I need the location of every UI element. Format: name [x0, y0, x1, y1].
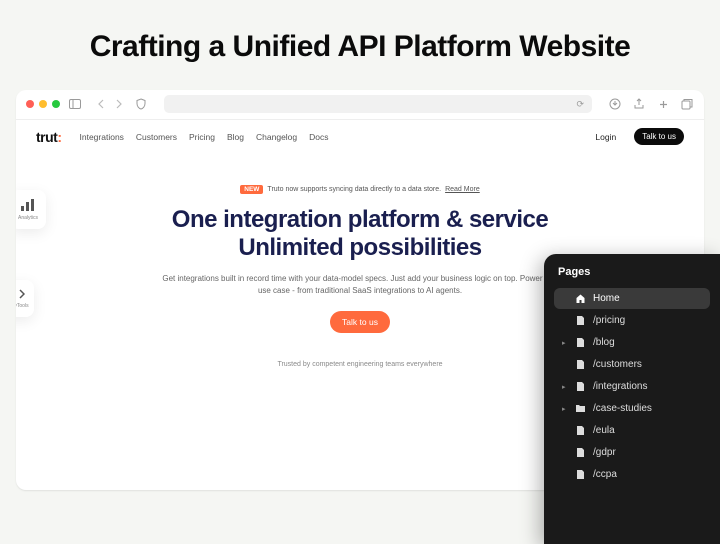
page-item-eula[interactable]: /eula	[554, 420, 710, 441]
hero-headline-line1: One integration platform & service	[172, 206, 548, 233]
browser-chrome: ⟳	[16, 90, 704, 120]
expand-chevron-icon[interactable]: ▸	[562, 405, 568, 413]
announcement-text: Truto now supports syncing data directly…	[267, 186, 441, 193]
share-icon[interactable]	[632, 97, 646, 111]
new-tab-icon[interactable]	[656, 97, 670, 111]
page-item-label: /integrations	[593, 381, 647, 392]
close-window-icon[interactable]	[26, 100, 34, 108]
file-icon	[575, 469, 586, 480]
page-item-label: /ccpa	[593, 469, 617, 480]
page-item-label: /case-studies	[593, 403, 652, 414]
shield-icon[interactable]	[134, 97, 148, 111]
nav-links: Integrations Customers Pricing Blog Chan…	[80, 132, 329, 142]
url-bar[interactable]: ⟳	[164, 95, 592, 113]
pages-panel-title: Pages	[554, 266, 710, 278]
pages-panel: Pages Home/pricing ▸ /blog/customers ▸ /inte…	[544, 254, 720, 544]
page-item-label: /pricing	[593, 315, 625, 326]
cta-talk-to-us-button[interactable]: Talk to us	[330, 311, 390, 333]
file-icon	[575, 359, 586, 370]
file-icon	[575, 337, 586, 348]
download-icon[interactable]	[608, 97, 622, 111]
login-link[interactable]: Login	[595, 132, 616, 142]
page-item-gdpr[interactable]: /gdpr	[554, 442, 710, 463]
announcement-pill: NEW Truto now supports syncing data dire…	[240, 185, 479, 194]
nav-integrations[interactable]: Integrations	[80, 132, 124, 142]
hero-headline-line2: Unlimited possibilities	[238, 234, 481, 261]
site-header: trut: Integrations Customers Pricing Blo…	[16, 120, 704, 154]
nav-customers[interactable]: Customers	[136, 132, 177, 142]
pages-list: Home/pricing ▸ /blog/customers ▸ /integratio…	[554, 288, 710, 485]
expand-chevron-icon[interactable]: ▸	[562, 383, 568, 391]
page-title: Crafting a Unified API Platform Website	[0, 0, 720, 90]
refresh-icon[interactable]: ⟳	[576, 99, 584, 110]
traffic-lights	[26, 100, 60, 108]
page-item-label: /eula	[593, 425, 615, 436]
folder-icon	[575, 404, 586, 413]
back-icon[interactable]	[94, 97, 108, 111]
page-item-label: /customers	[593, 359, 642, 370]
logo-accent: :	[57, 129, 61, 145]
sidebar-toggle-icon[interactable]	[68, 97, 82, 111]
file-icon	[575, 447, 586, 458]
nav-docs[interactable]: Docs	[309, 132, 328, 142]
file-icon	[575, 315, 586, 326]
nav-pricing[interactable]: Pricing	[189, 132, 215, 142]
forward-icon[interactable]	[112, 97, 126, 111]
home-icon	[575, 293, 586, 304]
read-more-link[interactable]: Read More	[445, 186, 480, 193]
page-item-integrations[interactable]: ▸ /integrations	[554, 376, 710, 397]
minimize-window-icon[interactable]	[39, 100, 47, 108]
page-item-label: Home	[593, 293, 620, 304]
page-item-blog[interactable]: ▸ /blog	[554, 332, 710, 353]
talk-to-us-button-header[interactable]: Talk to us	[634, 128, 684, 145]
page-item-home[interactable]: Home	[554, 288, 710, 309]
page-item-label: /gdpr	[593, 447, 616, 458]
nav-changelog[interactable]: Changelog	[256, 132, 297, 142]
nav-arrows	[94, 97, 126, 111]
logo-text: trut	[36, 129, 57, 145]
nav-blog[interactable]: Blog	[227, 132, 244, 142]
page-item-label: /blog	[593, 337, 615, 348]
file-icon	[575, 425, 586, 436]
page-item-pricing[interactable]: /pricing	[554, 310, 710, 331]
tabs-icon[interactable]	[680, 97, 694, 111]
page-item-ccpa[interactable]: /ccpa	[554, 464, 710, 485]
new-badge: NEW	[240, 185, 263, 194]
hero-subtitle: Get integrations built in record time wi…	[160, 273, 560, 297]
file-icon	[575, 381, 586, 392]
page-item-case-studies[interactable]: ▸ /case-studies	[554, 398, 710, 419]
page-item-customers[interactable]: /customers	[554, 354, 710, 375]
logo[interactable]: trut:	[36, 129, 62, 145]
expand-chevron-icon[interactable]: ▸	[562, 339, 568, 347]
maximize-window-icon[interactable]	[52, 100, 60, 108]
